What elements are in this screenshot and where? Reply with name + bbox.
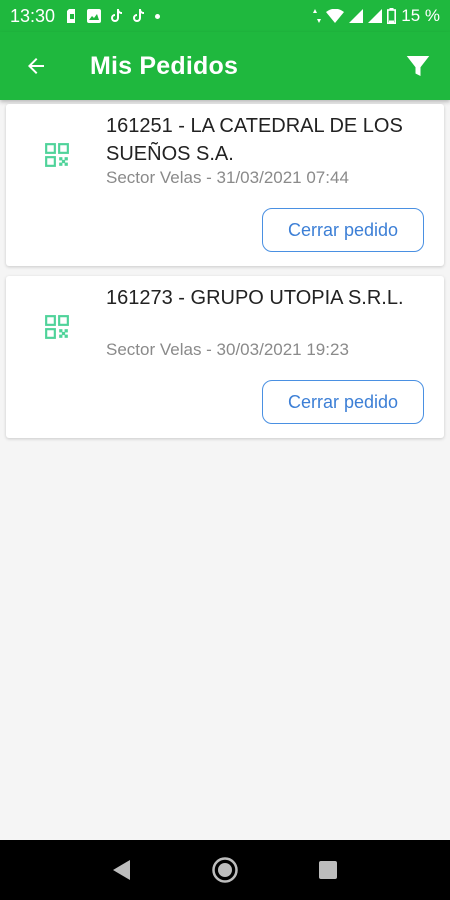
close-order-button[interactable]: Cerrar pedido [262,380,424,424]
tiktok-icon [133,9,145,22]
screen: 13:30 15 % Mis Pedidos 161251 - LA CATED… [0,0,450,900]
qr-code-icon [45,315,69,339]
image-icon [87,9,102,23]
filter-button[interactable] [386,32,450,100]
order-card[interactable]: 161251 - LA CATEDRAL DE LOS SUEÑOS S.A. … [6,104,444,266]
signal-icon [349,9,364,23]
signal-icon [368,9,383,23]
qr-code-icon [45,143,69,167]
more-notifications-dot [155,13,161,19]
nav-back-button[interactable] [102,850,142,890]
triangle-back-icon [112,860,130,880]
battery-percent: 15 % [401,6,440,25]
tiktok-icon [111,9,123,22]
battery-icon [387,8,397,24]
page-title: Mis Pedidos [90,51,239,80]
status-time: 13:30 [10,5,56,26]
arrow-back-icon [28,58,44,74]
system-status: 15 % [313,6,440,26]
order-title: 161251 - LA CATEDRAL DE LOS SUEÑOS S.A. [106,115,403,165]
wifi-icon [326,9,345,23]
order-title: 161273 - GRUPO UTOPIA S.R.L. [106,287,404,309]
app-bar: Mis Pedidos [0,32,450,100]
nav-recents-button[interactable] [308,850,348,890]
sim-card-icon [67,9,76,23]
circle-home-icon [212,857,238,883]
order-subtitle: Sector Velas - 31/03/2021 07:44 [106,168,349,187]
nav-home-button[interactable] [205,850,245,890]
system-nav-bar [0,840,450,900]
filter-icon [406,56,430,76]
square-recents-icon [319,861,338,879]
order-subtitle: Sector Velas - 30/03/2021 19:23 [106,340,349,359]
back-button[interactable] [0,32,72,100]
notification-icons [67,9,161,23]
status-bar: 13:30 15 % [0,0,450,32]
order-card[interactable]: 161273 - GRUPO UTOPIA S.R.L. Sector Vela… [6,276,444,438]
data-arrows-icon [313,9,322,23]
close-order-button[interactable]: Cerrar pedido [262,208,424,252]
order-list: 161251 - LA CATEDRAL DE LOS SUEÑOS S.A. … [0,104,450,448]
